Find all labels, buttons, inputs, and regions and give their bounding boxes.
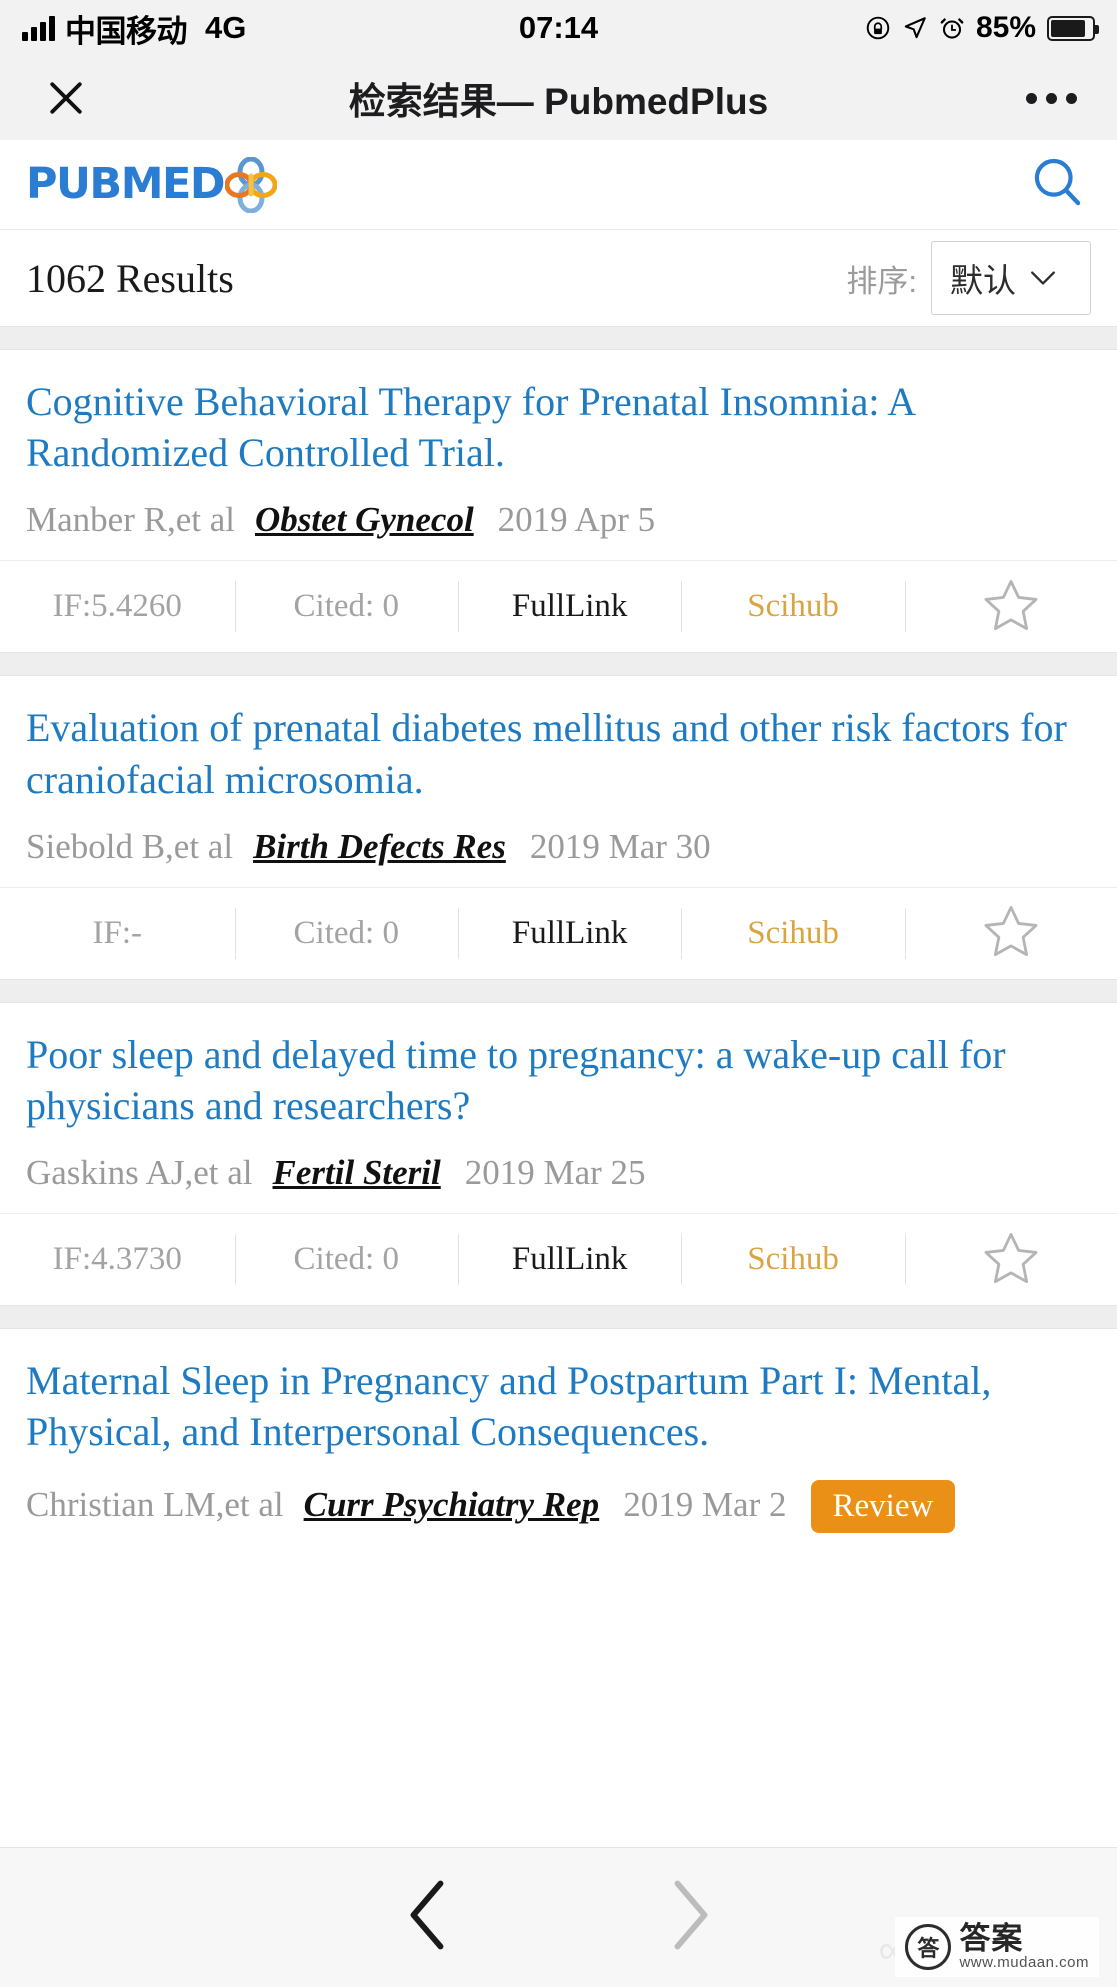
list-separator (0, 978, 1117, 1003)
sort-dropdown[interactable]: 默认 (931, 241, 1091, 315)
article-date: 2019 Mar 25 (464, 1153, 646, 1193)
article-meta: Christian LM,et al Curr Psychiatry Rep 2… (26, 1479, 1091, 1533)
cited-count-label: Cited: 0 (234, 888, 458, 979)
article-summary: Poor sleep and delayed time to pregnancy… (0, 1003, 1117, 1213)
article-meta: Siebold B,et al Birth Defects Res 2019 M… (26, 827, 1091, 867)
signal-bars-icon (22, 15, 55, 41)
page-title: 检索结果— PubmedPlus (348, 81, 769, 122)
status-bar-right: 85% (865, 11, 1099, 45)
close-button[interactable] (40, 72, 92, 124)
battery-icon (1047, 15, 1099, 41)
favorite-button[interactable] (904, 1214, 1117, 1305)
battery-percent-label: 85% (975, 11, 1036, 44)
pubmed-header: PUBMED (0, 140, 1117, 230)
search-button[interactable] (1023, 148, 1091, 221)
watermark-badge: 答 答案 www.mudaan.com (895, 1916, 1099, 1977)
more-options-button[interactable] (1026, 92, 1077, 104)
article-date: 2019 Mar 2 (623, 1484, 787, 1524)
fulllink-button[interactable]: FullLink (457, 561, 681, 652)
network-type-label: 4G (205, 10, 247, 45)
more-dot (1046, 92, 1057, 104)
watermark: 答 答案 www.mudaan.com (895, 1916, 1099, 1977)
sort-selected-value: 默认 (950, 262, 1016, 299)
watermark-logo-icon: 答 (905, 1923, 952, 1970)
nav-title-bar: 检索结果— PubmedPlus (0, 56, 1117, 140)
status-bar: 中国移动 4G 07:14 85% (0, 0, 1117, 56)
results-count-label: 1062 Results (26, 255, 234, 301)
article-action-bar: IF:4.3730 Cited: 0 FullLink Scihub (0, 1213, 1117, 1305)
fulllink-button[interactable]: FullLink (457, 1214, 681, 1305)
list-item: Poor sleep and delayed time to pregnancy… (0, 1002, 1117, 1306)
cited-count-label: Cited: 0 (234, 561, 458, 652)
pubmed-clover-icon (224, 156, 278, 213)
article-date: 2019 Apr 5 (497, 500, 656, 540)
more-dot (1026, 92, 1037, 104)
bottom-navigation-bar: ∞ 答 答案 www.mudaan.com (0, 1847, 1117, 1987)
location-arrow-icon (904, 17, 926, 39)
back-button[interactable] (380, 1869, 474, 1966)
alarm-clock-icon (940, 18, 964, 39)
article-title[interactable]: Evaluation of prenatal diabetes mellitus… (26, 702, 1091, 804)
sort-label: 排序: (846, 263, 917, 299)
results-bar: 1062 Results 排序: 默认 (0, 230, 1117, 326)
sort-control: 排序: 默认 (846, 241, 1091, 315)
search-icon (1034, 158, 1081, 206)
article-authors: Manber R,et al (26, 500, 235, 540)
review-badge[interactable]: Review (810, 1479, 956, 1533)
article-authors: Christian LM,et al (26, 1484, 284, 1524)
favorite-button[interactable] (904, 561, 1117, 652)
article-date: 2019 Mar 30 (529, 826, 711, 866)
article-journal[interactable]: Curr Psychiatry Rep (304, 1485, 600, 1525)
article-title[interactable]: Poor sleep and delayed time to pregnancy… (26, 1029, 1091, 1131)
article-meta: Manber R,et al Obstet Gynecol 2019 Apr 5 (26, 500, 1091, 540)
list-separator (0, 326, 1117, 350)
article-meta: Gaskins AJ,et al Fertil Steril 2019 Mar … (26, 1153, 1091, 1193)
article-journal[interactable]: Birth Defects Res (253, 827, 506, 867)
list-item: Cognitive Behavioral Therapy for Prenata… (0, 350, 1117, 653)
scihub-button[interactable]: Scihub (681, 561, 904, 652)
fulllink-button[interactable]: FullLink (457, 888, 681, 979)
article-summary: Cognitive Behavioral Therapy for Prenata… (0, 350, 1117, 560)
close-icon (50, 82, 82, 114)
forward-button[interactable] (644, 1869, 738, 1966)
list-item: Evaluation of prenatal diabetes mellitus… (0, 676, 1117, 979)
more-dot (1066, 92, 1077, 104)
watermark-name: 答案 (959, 1920, 1024, 1957)
article-summary: Evaluation of prenatal diabetes mellitus… (0, 676, 1117, 886)
impact-factor-label: IF:4.3730 (52, 1241, 182, 1278)
watermark-url: www.mudaan.com (959, 1954, 1089, 1972)
chevron-right-icon (674, 1880, 707, 1950)
impact-factor-label: IF:5.4260 (52, 588, 182, 625)
status-bar-left: 中国移动 4G (22, 6, 246, 51)
watermark-text: 答案 www.mudaan.com (959, 1923, 1089, 1971)
chevron-left-icon (410, 1880, 443, 1950)
article-journal[interactable]: Fertil Steril (273, 1153, 441, 1193)
list-item: Maternal Sleep in Pregnancy and Postpart… (0, 1329, 1117, 1553)
article-title[interactable]: Maternal Sleep in Pregnancy and Postpart… (26, 1355, 1091, 1457)
carrier-label: 中国移动 (65, 13, 188, 49)
list-separator (0, 1305, 1117, 1330)
results-list: Cognitive Behavioral Therapy for Prenata… (0, 326, 1117, 1847)
article-authors: Siebold B,et al (26, 826, 234, 866)
article-summary: Maternal Sleep in Pregnancy and Postpart… (0, 1329, 1117, 1552)
cited-count-label: Cited: 0 (234, 1214, 458, 1305)
article-action-bar: IF:- Cited: 0 FullLink Scihub (0, 886, 1117, 979)
app-screen: 中国移动 4G 07:14 85% 检索结果— PubmedPlus PUBME… (0, 0, 1117, 1987)
article-title[interactable]: Cognitive Behavioral Therapy for Prenata… (26, 376, 1091, 478)
impact-factor-label: IF:- (92, 914, 143, 951)
star-outline-icon (984, 579, 1038, 630)
pubmed-logo-text: PUBMED (26, 159, 226, 209)
scihub-button[interactable]: Scihub (681, 1214, 904, 1305)
scihub-button[interactable]: Scihub (681, 888, 904, 979)
rotation-lock-icon (866, 16, 890, 40)
article-authors: Gaskins AJ,et al (26, 1153, 253, 1193)
article-action-bar: IF:5.4260 Cited: 0 FullLink Scihub (0, 560, 1117, 652)
star-outline-icon (984, 1232, 1038, 1283)
chevron-down-icon (1031, 271, 1055, 285)
favorite-button[interactable] (904, 888, 1117, 979)
star-outline-icon (984, 906, 1038, 957)
pubmed-logo[interactable]: PUBMED (26, 156, 278, 213)
article-journal[interactable]: Obstet Gynecol (255, 500, 474, 540)
list-separator (0, 652, 1117, 677)
